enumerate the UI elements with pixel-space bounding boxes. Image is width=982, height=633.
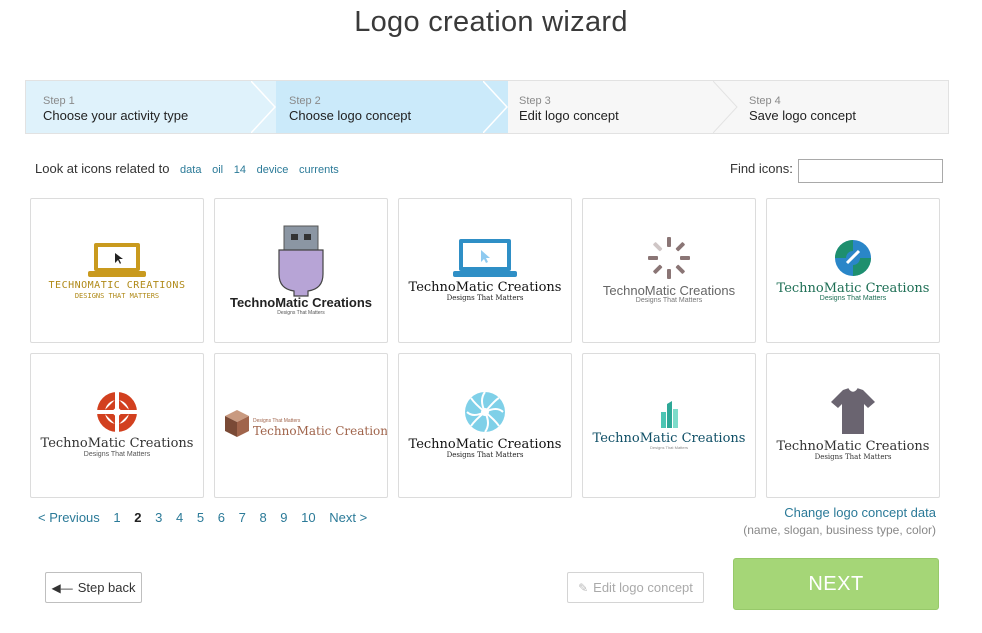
step-back-button[interactable]: ◀— Step back	[45, 572, 142, 603]
edit-logo-concept-label: Edit logo concept	[593, 580, 693, 595]
page-link[interactable]: 9	[280, 510, 287, 525]
logo-card[interactable]: Designs That Matters TechnoMatic Creatio…	[214, 353, 388, 498]
logo-slogan: Designs That Matters	[650, 445, 688, 450]
city-towers-icon	[661, 401, 678, 428]
related-label: Look at icons related to	[35, 161, 170, 176]
step-name: Edit logo concept	[519, 108, 619, 123]
current-page: 2	[134, 510, 142, 525]
step-2[interactable]: Step 2 Choose logo concept	[258, 81, 509, 133]
page-link[interactable]: 5	[197, 510, 204, 525]
logo-slogan: Designs That Matters	[277, 310, 325, 316]
wizard-steps: Step 4 Save logo concept Step 3 Edit log…	[25, 80, 949, 134]
logo-card[interactable]: TechnoMatic Creations Designs That Matte…	[582, 198, 756, 343]
step-name: Choose your activity type	[43, 108, 189, 123]
step-4[interactable]: Step 4 Save logo concept	[718, 81, 948, 133]
logo-card[interactable]: TechnoMatic Creations Designs That Matte…	[214, 198, 388, 343]
tag-link[interactable]: currents	[299, 164, 339, 176]
find-icons-label: Find icons:	[730, 161, 793, 176]
step-name: Save logo concept	[749, 108, 856, 123]
logo-slogan: DESIGNS THAT MATTERS	[74, 292, 160, 300]
logo-company-name: TechnoMatic Creations	[776, 439, 930, 454]
pencil-icon: ✎	[578, 580, 589, 595]
edit-logo-concept-button[interactable]: ✎ Edit logo concept	[567, 572, 704, 603]
logo-slogan: Designs That Matters	[446, 451, 524, 459]
usb-plug-icon	[278, 225, 324, 297]
logo-slogan: Designs That Matters	[635, 297, 703, 304]
next-page-link[interactable]: Next >	[329, 510, 367, 525]
tag-link[interactable]: oil	[212, 164, 223, 176]
logo-card[interactable]: TechnoMatic Creations Designs That Matte…	[582, 353, 756, 498]
page-link[interactable]: 6	[218, 510, 225, 525]
related-icons: Look at icons related to data oil 14 dev…	[35, 161, 339, 176]
step-arrow-icon	[251, 81, 277, 133]
logo-company-name: TechnoMatic Creations	[592, 431, 746, 446]
logo-card[interactable]: TechnoMatic Creations Designs That Matte…	[398, 353, 572, 498]
page-link[interactable]: 7	[239, 510, 246, 525]
step-arrow-icon	[483, 81, 509, 133]
logo-company-name: TechnoMatic Creations	[408, 437, 562, 452]
step-number: Step 2	[289, 95, 321, 107]
logo-card[interactable]: TechnoMatic Creations Designs That Matte…	[30, 353, 204, 498]
page-title: Logo creation wizard	[354, 6, 628, 38]
page-link[interactable]: 8	[259, 510, 266, 525]
find-icons: Find icons:	[730, 159, 943, 183]
previous-page-link[interactable]: < Previous	[38, 510, 100, 525]
step-back-label: Step back	[77, 580, 136, 595]
logo-slogan: Designs That Matters	[819, 295, 887, 302]
tag-link[interactable]: device	[257, 164, 289, 176]
logo-company-name: TechnoMatic Creations	[253, 424, 388, 438]
circle-arrows-icon	[835, 240, 871, 276]
page-link[interactable]: 4	[176, 510, 183, 525]
logo-company-name: TechnoMatic Creations	[602, 283, 736, 298]
tag-link[interactable]: data	[180, 164, 201, 176]
step-3[interactable]: Step 3 Edit logo concept	[488, 81, 738, 133]
page-link[interactable]: 1	[113, 510, 120, 525]
change-logo-data-link[interactable]: Change logo concept data	[784, 505, 936, 520]
laptop-cursor-icon	[88, 243, 146, 277]
arrow-left-icon: ◀—	[51, 580, 73, 595]
change-logo-data-hint: (name, slogan, business type, color)	[743, 523, 936, 537]
page-link[interactable]: 10	[301, 510, 315, 525]
tag-link[interactable]: 14	[234, 164, 246, 176]
step-name: Choose logo concept	[289, 108, 412, 123]
find-icons-input[interactable]	[798, 159, 943, 183]
logo-card[interactable]: TechnoMatic Creations Designs That Matte…	[766, 353, 940, 498]
step-number: Step 4	[749, 95, 781, 107]
logo-company-name: TechnoMatic Creations	[229, 295, 373, 310]
logo-card[interactable]: TechnoMatic Creations Designs That Matte…	[766, 198, 940, 343]
swirl-circle-icon	[465, 391, 505, 433]
tshirt-icon	[831, 387, 875, 434]
next-button[interactable]: NEXT	[733, 558, 939, 610]
logo-slogan: Designs That Matters	[446, 294, 524, 302]
logo-slogan: Designs That Matters	[83, 451, 151, 458]
logo-card[interactable]: TECHNOMATIC CREATIONS DESIGNS THAT MATTE…	[30, 198, 204, 343]
target-circle-icon	[95, 390, 139, 434]
logo-company-name: TechnoMatic Creations	[40, 436, 194, 451]
logo-company-name: TECHNOMATIC CREATIONS	[48, 280, 186, 291]
page-link[interactable]: 3	[155, 510, 162, 525]
logo-company-name: TechnoMatic Creations	[408, 280, 562, 295]
step-number: Step 1	[43, 95, 75, 107]
step-arrow-icon	[713, 81, 738, 133]
laptop-cursor-icon	[453, 239, 517, 277]
step-number: Step 3	[519, 95, 551, 107]
pagination: < Previous 1 2 3 4 5 6 7 8 9 10 Next >	[38, 510, 377, 525]
loading-spinner-icon	[648, 237, 690, 279]
logo-slogan: Designs That Matters	[814, 453, 892, 461]
logo-card[interactable]: TechnoMatic Creations Designs That Matte…	[398, 198, 572, 343]
step-1[interactable]: Step 1 Choose your activity type	[26, 81, 277, 133]
logo-company-name: TechnoMatic Creations	[776, 281, 930, 296]
